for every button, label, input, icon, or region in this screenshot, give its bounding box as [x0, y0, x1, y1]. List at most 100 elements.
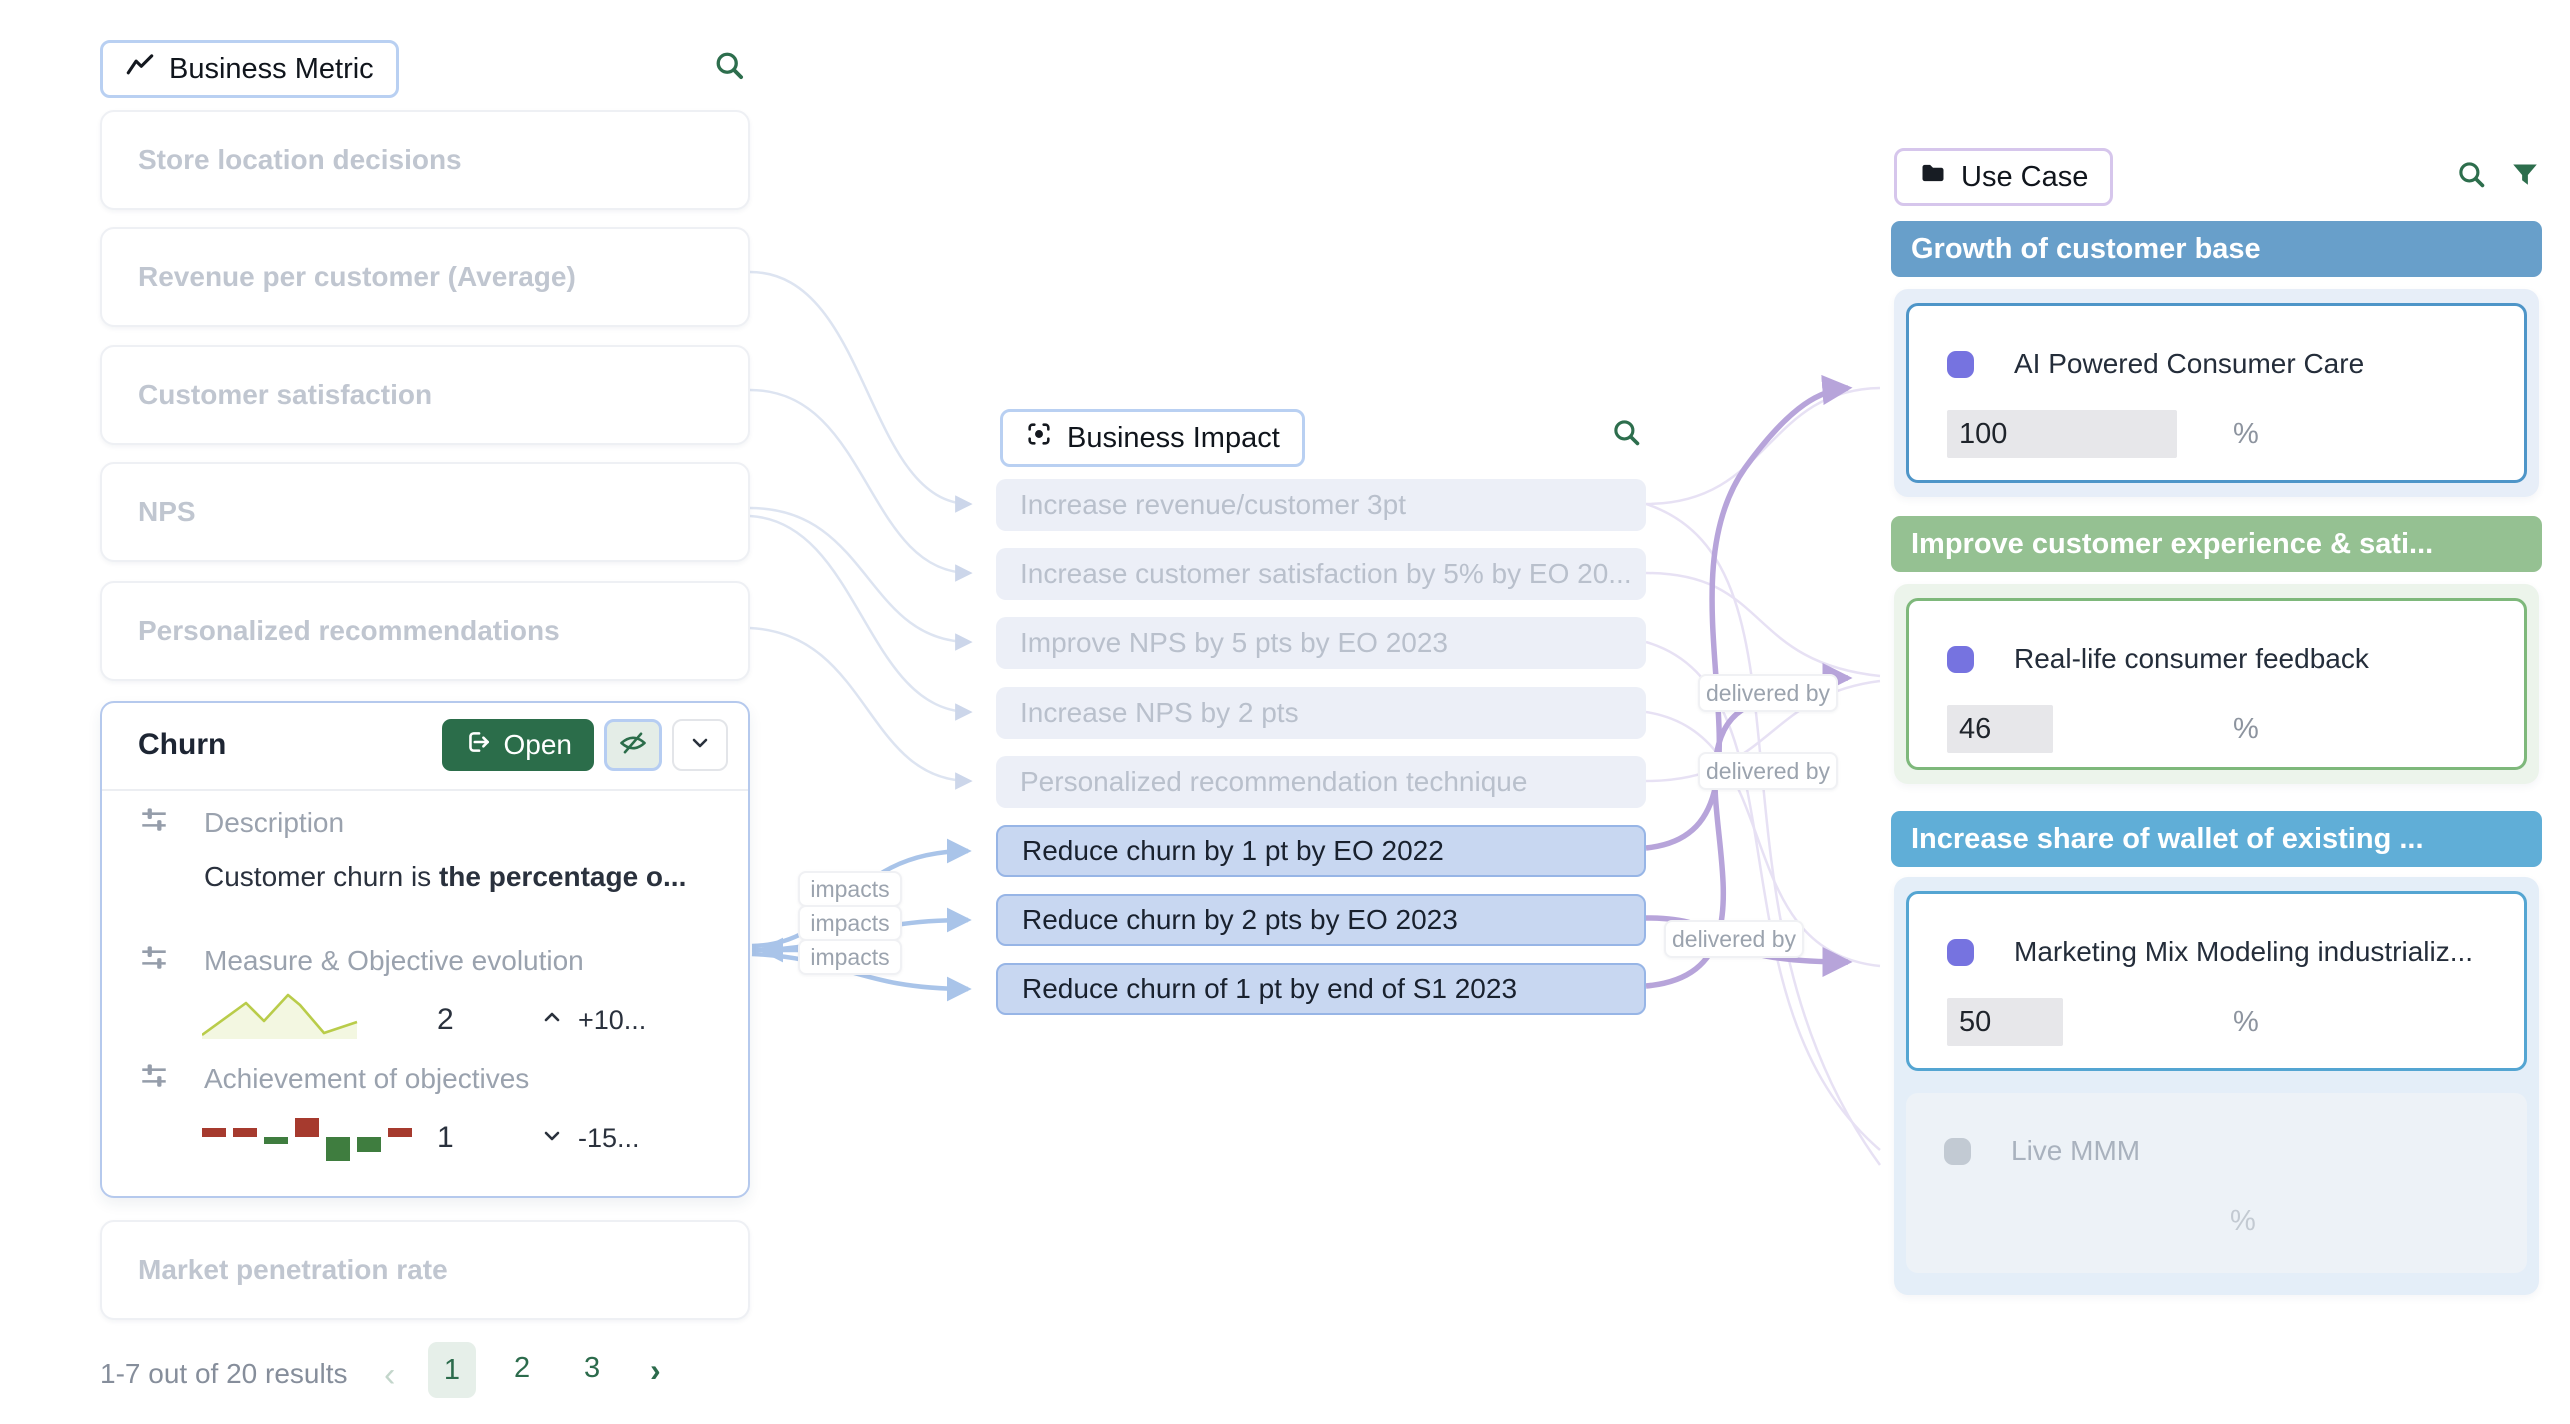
achievement-section-row: Achievement of objectives: [138, 1059, 529, 1098]
chevron-down-icon: [688, 731, 712, 760]
metric-card[interactable]: Customer satisfaction: [100, 345, 750, 445]
metric-label: Customer satisfaction: [138, 379, 432, 411]
usecase-bullet-icon: [1947, 646, 1974, 673]
metric-label: Market penetration rate: [138, 1254, 448, 1286]
scan-target-icon: [1025, 420, 1053, 456]
churn-title: Churn: [138, 728, 442, 762]
achievement-delta: -15...: [540, 1123, 640, 1154]
usecase-card-disabled[interactable]: Live MMM %: [1906, 1093, 2527, 1273]
eye-off-icon: [618, 728, 648, 763]
measure-sparkline-chart: [202, 991, 362, 1043]
impact-label: Increase revenue/customer 3pt: [1020, 489, 1406, 521]
metric-label: NPS: [138, 496, 196, 528]
usecase-card[interactable]: Real-life consumer feedback 46 %: [1906, 598, 2527, 770]
metric-card[interactable]: Revenue per customer (Average): [100, 227, 750, 327]
metric-card[interactable]: Market penetration rate: [100, 1220, 750, 1320]
usecase-title: Real-life consumer feedback: [2014, 643, 2369, 675]
usecase-group-header[interactable]: Increase share of wallet of existing ...: [1891, 811, 2542, 867]
impact-row-highlighted[interactable]: Reduce churn by 1 pt by EO 2022: [996, 825, 1646, 877]
edge-label-impacts: impacts: [798, 905, 902, 941]
impact-row[interactable]: Increase NPS by 2 pts: [996, 687, 1646, 739]
results-summary: 1-7 out of 20 results: [100, 1358, 347, 1390]
impact-label: Reduce churn by 1 pt by EO 2022: [1022, 835, 1444, 867]
impact-row[interactable]: Improve NPS by 5 pts by EO 2023: [996, 617, 1646, 669]
edge-label-delivered-by: delivered by: [1698, 752, 1838, 790]
page-button-1[interactable]: 1: [428, 1342, 476, 1398]
prev-page-button[interactable]: ‹: [384, 1356, 395, 1395]
churn-card-header: Churn Open: [102, 703, 748, 787]
achievement-value: 1: [437, 1121, 454, 1155]
impact-search-icon[interactable]: [1610, 416, 1644, 455]
edge-label-delivered-by: delivered by: [1698, 674, 1838, 712]
page-button-2[interactable]: 2: [514, 1352, 530, 1385]
metric-search-icon[interactable]: [712, 48, 748, 89]
page-button-3[interactable]: 3: [584, 1352, 600, 1385]
group-header-label: Growth of customer base: [1911, 233, 2261, 266]
impact-label: Increase customer satisfaction by 5% by …: [1020, 558, 1632, 590]
measure-section-row: Measure & Objective evolution: [138, 941, 584, 980]
achievement-bar-chart: [202, 1109, 422, 1163]
usecase-title: AI Powered Consumer Care: [2014, 348, 2364, 380]
usecase-card[interactable]: Marketing Mix Modeling industrializ... 5…: [1906, 891, 2527, 1071]
chip-label: Use Case: [1961, 161, 2088, 194]
impact-row[interactable]: Increase customer satisfaction by 5% by …: [996, 548, 1646, 600]
open-external-icon: [464, 728, 492, 763]
impact-label: Improve NPS by 5 pts by EO 2023: [1020, 627, 1448, 659]
expand-options-button[interactable]: [672, 719, 728, 771]
usecase-value-input[interactable]: 100: [1947, 410, 2177, 458]
business-impact-type-chip[interactable]: Business Impact: [1000, 409, 1305, 467]
impact-label: Personalized recommendation technique: [1020, 766, 1527, 798]
usecase-unit: %: [2230, 1205, 2256, 1238]
sliders-icon: [138, 941, 170, 980]
metric-card[interactable]: Personalized recommendations: [100, 581, 750, 681]
open-button[interactable]: Open: [442, 719, 595, 771]
business-metric-type-chip[interactable]: Business Metric: [100, 40, 399, 98]
usecase-bullet-icon: [1944, 1138, 1971, 1165]
sliders-icon: [138, 803, 170, 842]
edge-label-impacts: impacts: [798, 871, 902, 907]
impact-label: Reduce churn by 2 pts by EO 2023: [1022, 904, 1458, 936]
edge-label-impacts: impacts: [798, 939, 902, 975]
impact-row-highlighted[interactable]: Reduce churn of 1 pt by end of S1 2023: [996, 963, 1646, 1015]
description-label: Description: [204, 807, 344, 839]
group-header-label: Increase share of wallet of existing ...: [1911, 823, 2424, 856]
usecase-group-header[interactable]: Improve customer experience & sati...: [1891, 516, 2542, 572]
impact-row[interactable]: Personalized recommendation technique: [996, 756, 1646, 808]
usecase-value-input[interactable]: 50: [1947, 998, 2063, 1046]
usecase-value-input[interactable]: 46: [1947, 705, 2053, 753]
metric-label: Personalized recommendations: [138, 615, 560, 647]
chip-label: Business Impact: [1067, 422, 1280, 455]
group-header-label: Improve customer experience & sati...: [1911, 528, 2433, 561]
impact-row-highlighted[interactable]: Reduce churn by 2 pts by EO 2023: [996, 894, 1646, 946]
usecase-card[interactable]: AI Powered Consumer Care 100 %: [1906, 303, 2527, 483]
churn-metric-card[interactable]: Churn Open Description Customer churn is…: [100, 701, 750, 1198]
metric-label: Store location decisions: [138, 144, 462, 176]
measure-delta: +10...: [540, 1005, 646, 1036]
divider: [102, 789, 748, 791]
usecase-group-header[interactable]: Growth of customer base: [1891, 221, 2542, 277]
usecase-search-icon[interactable]: [2455, 158, 2489, 197]
impact-label: Increase NPS by 2 pts: [1020, 697, 1299, 729]
usecase-title: Live MMM: [2011, 1135, 2140, 1167]
edge-label-delivered-by: delivered by: [1664, 920, 1804, 958]
chevron-up-icon: [540, 1005, 564, 1036]
hide-visibility-button[interactable]: [604, 719, 662, 771]
trend-icon: [125, 52, 155, 86]
metric-impact-faint-edges: [750, 272, 970, 781]
metric-card[interactable]: NPS: [100, 462, 750, 562]
impact-label: Reduce churn of 1 pt by end of S1 2023: [1022, 973, 1517, 1005]
use-case-type-chip[interactable]: Use Case: [1894, 148, 2113, 206]
sliders-icon: [138, 1059, 170, 1098]
usecase-bullet-icon: [1947, 939, 1974, 966]
achievement-label: Achievement of objectives: [204, 1063, 529, 1095]
metric-card[interactable]: Store location decisions: [100, 110, 750, 210]
usecase-unit: %: [2233, 418, 2259, 451]
next-page-button[interactable]: ›: [650, 1352, 661, 1389]
description-text: Customer churn is the percentage o...: [204, 861, 686, 893]
metric-label: Revenue per customer (Average): [138, 261, 576, 293]
usecase-title: Marketing Mix Modeling industrializ...: [2014, 936, 2473, 968]
chip-label: Business Metric: [169, 53, 374, 86]
filter-funnel-icon[interactable]: [2508, 158, 2542, 197]
impact-row[interactable]: Increase revenue/customer 3pt: [996, 479, 1646, 531]
folder-icon: [1919, 159, 1947, 195]
